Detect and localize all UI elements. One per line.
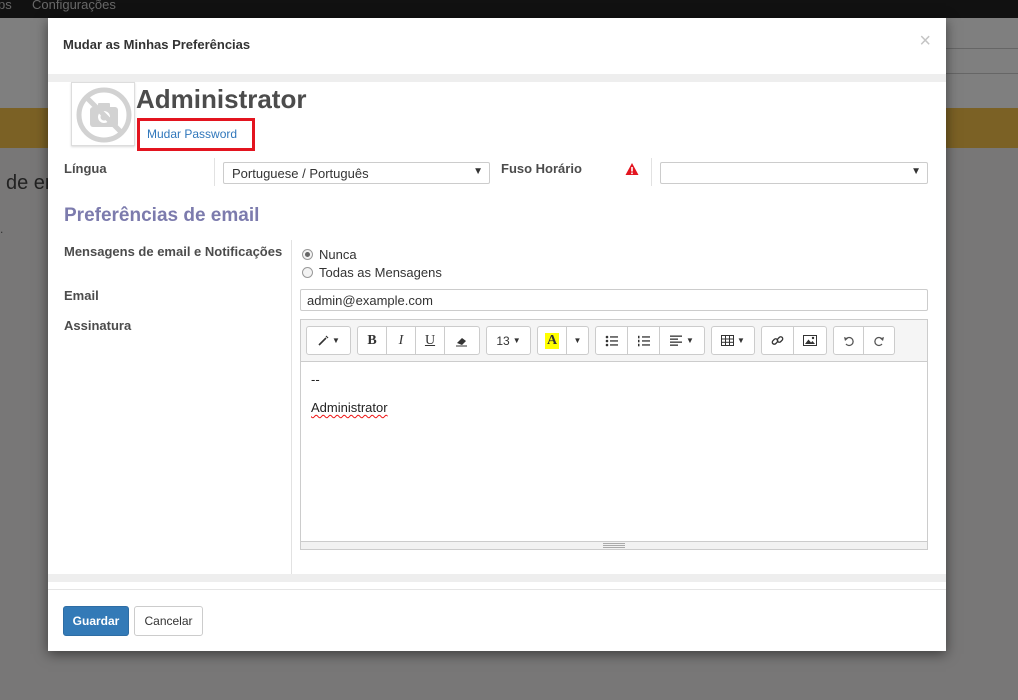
no-photo-camera-icon [76, 87, 132, 143]
chevron-down-icon: ▼ [512, 336, 521, 345]
magic-wand-icon [318, 335, 329, 346]
table-dropdown-button[interactable]: ▼ [711, 326, 755, 355]
editor-toolbar: ▼ B I U 13 ▼ A ▼ ▼ ▼ [301, 320, 927, 362]
chevron-down-icon: ▼ [911, 166, 921, 177]
color-dropdown-button[interactable]: ▼ [567, 326, 589, 355]
align-left-icon [670, 335, 683, 346]
language-value: Portuguese / Português [232, 166, 369, 181]
undo-button[interactable] [833, 326, 864, 355]
change-password-link[interactable]: Mudar Password [147, 127, 237, 141]
chevron-down-icon: ▼ [737, 336, 745, 345]
paragraph-align-dropdown[interactable]: ▼ [660, 326, 705, 355]
undo-icon [843, 336, 854, 346]
footer-divider [48, 574, 946, 582]
signature-line: -- [311, 372, 320, 387]
email-preferences-title: Preferências de email [64, 205, 260, 226]
field-separator [214, 158, 215, 186]
signature-name: Administrator [311, 400, 388, 415]
user-name: Administrator [136, 84, 307, 114]
picture-icon [803, 335, 817, 346]
field-separator [651, 158, 652, 186]
footer-border [48, 589, 946, 590]
form-column-separator [291, 240, 292, 574]
header-divider [48, 74, 946, 82]
language-select[interactable]: Portuguese / Português ▼ [223, 162, 490, 184]
chevron-down-icon: ▼ [686, 336, 694, 345]
italic-button[interactable]: I [387, 326, 416, 355]
link-icon [771, 336, 784, 345]
table-icon [721, 335, 735, 346]
email-label: Email [64, 288, 99, 303]
underline-button[interactable]: U [416, 326, 445, 355]
radio-option-never[interactable]: Nunca [302, 247, 357, 262]
bullet-list-button[interactable] [595, 326, 628, 355]
style-dropdown-button[interactable]: ▼ [306, 326, 351, 355]
warning-triangle-icon[interactable] [625, 162, 639, 176]
chevron-down-icon: ▼ [332, 336, 340, 345]
radio-label: Nunca [319, 247, 357, 262]
cancel-button[interactable]: Cancelar [134, 606, 203, 636]
dialog-header: Mudar as Minhas Preferências × [48, 18, 946, 73]
signature-editor: ▼ B I U 13 ▼ A ▼ ▼ ▼ -- Administrator [300, 319, 928, 550]
insert-image-button[interactable] [794, 326, 827, 355]
signature-label: Assinatura [64, 318, 132, 333]
language-label: Língua [64, 161, 107, 176]
email-field[interactable]: admin@example.com [300, 289, 928, 311]
signature-editor-content[interactable]: -- Administrator [301, 362, 927, 542]
clear-format-button[interactable] [445, 326, 480, 355]
notifications-label: Mensagens de email e Notificações [64, 244, 283, 259]
radio-option-all-messages[interactable]: Todas as Mensagens [302, 265, 442, 280]
highlight-color-button[interactable]: A [537, 326, 567, 355]
bullet-list-icon [605, 335, 618, 346]
timezone-label: Fuso Horário [501, 161, 582, 176]
radio-button-checked[interactable] [302, 249, 313, 260]
timezone-select[interactable]: ▼ [660, 162, 928, 184]
close-button[interactable]: × [919, 31, 931, 51]
highlight-color-icon: A [544, 332, 560, 349]
dialog-title: Mudar as Minhas Preferências [63, 37, 251, 52]
numbered-list-icon [637, 335, 650, 346]
chevron-down-icon: ▼ [573, 336, 582, 345]
font-size-dropdown[interactable]: 13 ▼ [486, 326, 531, 355]
preferences-dialog: Mudar as Minhas Preferências × Administr… [48, 18, 946, 651]
radio-button[interactable] [302, 267, 313, 278]
font-size-value: 13 [496, 333, 510, 348]
resize-grip-icon [603, 543, 625, 548]
radio-label: Todas as Mensagens [319, 265, 442, 280]
bold-button[interactable]: B [357, 326, 387, 355]
save-button[interactable]: Guardar [63, 606, 129, 636]
redo-icon [874, 336, 884, 346]
eraser-icon [456, 337, 467, 346]
editor-resize-handle[interactable] [301, 541, 927, 549]
numbered-list-button[interactable] [628, 326, 660, 355]
insert-link-button[interactable] [761, 326, 794, 355]
redo-button[interactable] [864, 326, 895, 355]
chevron-down-icon: ▼ [473, 166, 483, 177]
avatar[interactable] [71, 82, 135, 146]
